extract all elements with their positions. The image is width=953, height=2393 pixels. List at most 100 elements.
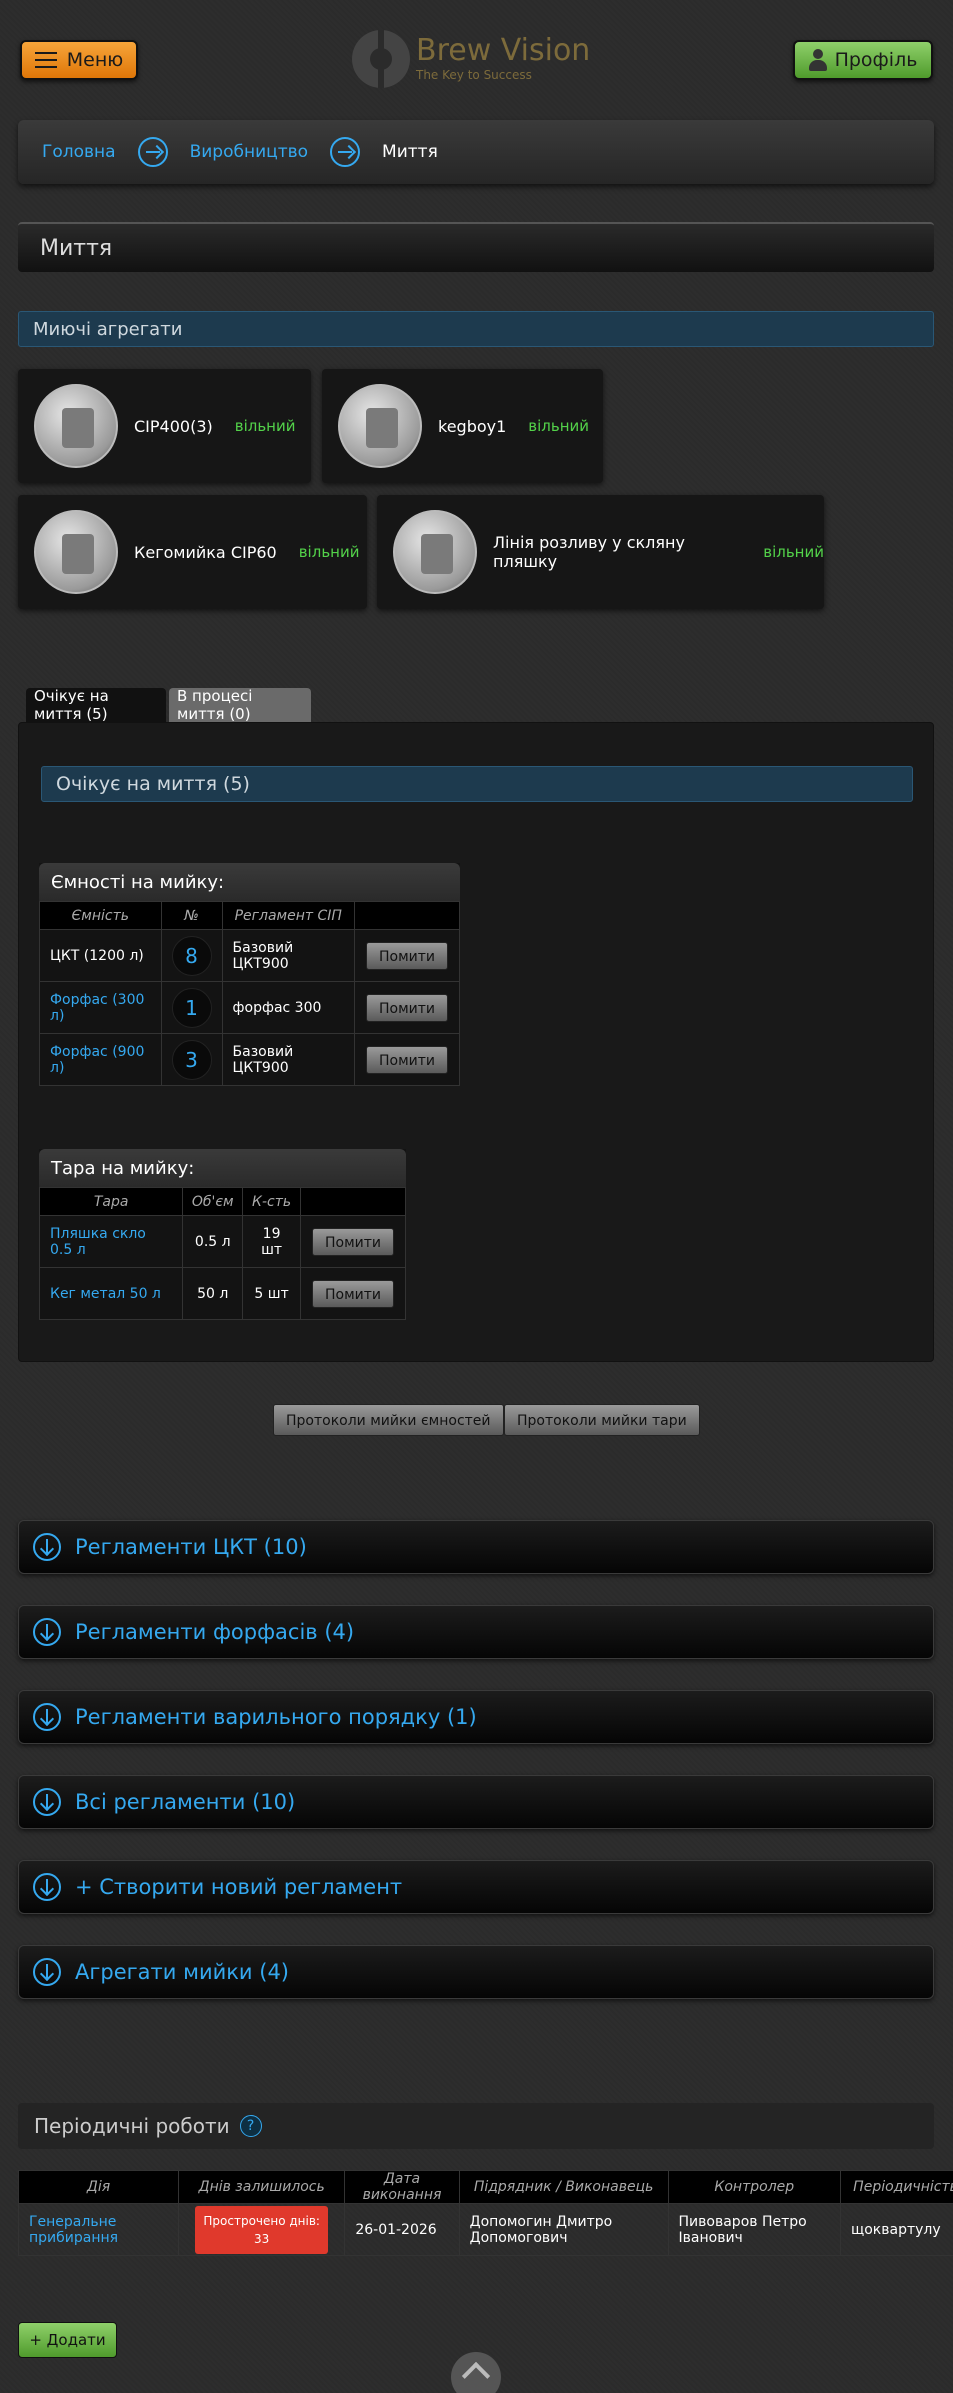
profile-button[interactable]: Профіль [793,40,933,80]
table-row: Кег метал 50 л 50 л 5 шт Помити [38,1267,406,1320]
machine-name: Кегомийка CIP60 [134,542,277,562]
column-header: К-сть [242,1187,301,1216]
user-icon [808,49,827,71]
container-volume: 50 л [182,1267,244,1320]
wash-button[interactable]: Помити [311,1279,394,1308]
breadcrumb-current: Миття [382,142,438,162]
tank-name: ЦКТ (1200 л) [39,929,162,982]
overdue-label: Прострочено днів: [203,2213,320,2228]
table-row: Форфас (900 л) 3 Базовий ЦКТ900 Помити [39,1033,460,1086]
column-header: Об'єм [182,1187,244,1216]
periodic-periodicity: щоквартулу [840,2203,953,2256]
tanks-table: Ємність № Регламент СІП ЦКТ (1200 л) 8 Б… [39,901,460,1086]
scroll-top-icon[interactable] [451,2352,501,2393]
tank-link[interactable]: Форфас (300 л) [50,992,144,1024]
accordion-label: + Створити новий регламент [75,1875,403,1899]
containers-title: Тара на мийку: [39,1149,406,1187]
wash-button[interactable]: Помити [365,1045,448,1074]
container-qty: 5 шт [242,1267,301,1320]
column-header [354,901,460,930]
page-title: Миття [18,222,934,272]
breadcrumb: Головна Виробництво Миття [18,120,934,184]
periodic-action-link[interactable]: Генеральне прибирання [29,2214,118,2246]
machine-name: CIP400(3) [134,416,213,436]
accordion-label: Всі регламенти (10) [75,1790,296,1814]
periodic-controller: Пивоваров Петро Іванович [667,2203,842,2256]
table-row: Пляшка скло 0.5 л 0.5 л 19 шт Помити [38,1215,406,1268]
tank-regulation: Базовий ЦКТ900 [221,929,356,982]
arrow-down-circle-icon [33,1788,61,1816]
column-header: № [160,901,223,930]
tanks-title: Ємності на мийку: [39,863,460,901]
machine-image [34,510,118,594]
accordion-tank-regulations[interactable]: Регламенти ЦКТ (10) [18,1520,934,1574]
tanks-box: Ємності на мийку: Ємність № Регламент СІ… [39,863,460,1086]
top-bar: Меню Brew Vision The Key to Success Проф… [0,0,953,115]
containers-table: Тара Об'єм К-сть Пляшка скло 0.5 л 0.5 л… [38,1187,406,1320]
machine-status: вільний [528,417,590,435]
tab-in-progress[interactable]: В процесі миття (0) [169,687,311,723]
accordion-wash-units[interactable]: Агрегати мийки (4) [18,1945,934,1999]
machine-card[interactable]: CIP400(3) вільний [18,369,311,483]
table-row: ЦКТ (1200 л) 8 Базовий ЦКТ900 Помити [39,929,460,982]
breadcrumb-production-link[interactable]: Виробництво [190,142,308,162]
container-volume: 0.5 л [182,1215,244,1268]
breadcrumb-home-link[interactable]: Головна [42,142,116,162]
periodic-works-title: Періодичні роботи [34,2114,230,2138]
wash-button[interactable]: Помити [365,941,448,970]
tank-link[interactable]: Форфас (900 л) [50,1044,144,1076]
accordion-all-regulations[interactable]: Всі регламенти (10) [18,1775,934,1829]
machine-image [338,384,422,468]
profile-label: Профіль [834,49,918,71]
accordion-create-regulation[interactable]: + Створити новий регламент [18,1860,934,1914]
column-header [300,1187,406,1216]
arrow-down-circle-icon [33,1703,61,1731]
periodic-works-header: Періодичні роботи ? [18,2103,934,2149]
tank-protocols-button[interactable]: Протоколи мийки ємностей [273,1404,504,1436]
tab-panel-waiting: Очікує на миття (5) Ємності на мийку: Єм… [18,722,934,1362]
machine-card[interactable]: Лінія розливу у скляну пляшку вільний [377,495,824,609]
column-header: Періодичність [840,2170,953,2204]
help-icon[interactable]: ? [239,2115,262,2137]
tank-number: 3 [171,1039,212,1080]
column-header: Тара [38,1187,184,1216]
add-button[interactable]: + Додати [18,2322,117,2358]
logo[interactable]: Brew Vision The Key to Success [352,30,590,88]
container-protocols-button[interactable]: Протоколи мийки тари [504,1404,700,1436]
machine-status: вільний [763,543,824,561]
container-link[interactable]: Пляшка скло 0.5 л [50,1226,146,1258]
container-link[interactable]: Кег метал 50 л [50,1286,161,1302]
arrow-down-circle-icon [33,1958,61,1986]
machine-card[interactable]: Кегомийка CIP60 вільний [18,495,367,609]
arrow-down-circle-icon [33,1533,61,1561]
tank-regulation: Базовий ЦКТ900 [221,1033,356,1086]
column-header: Регламент СІП [221,901,356,930]
arrow-right-icon [330,137,361,167]
accordion-label: Регламенти форфасів (4) [75,1620,355,1644]
waiting-panel-title: Очікує на миття (5) [41,766,913,802]
logo-title: Brew Vision [416,33,591,68]
machine-image [34,384,118,468]
column-header: Дія [17,2170,180,2204]
wash-button[interactable]: Помити [365,993,448,1022]
column-header: Дата виконання [344,2170,460,2204]
machines-section-title: Миючі агрегати [18,311,934,347]
container-qty: 19 шт [242,1215,301,1268]
machine-name: kegboy1 [438,416,507,436]
overdue-badge: Прострочено днів: 33 [195,2205,328,2254]
periodic-date: 26-01-2026 [344,2203,460,2256]
accordion-label: Агрегати мийки (4) [75,1960,289,1984]
periodic-works-table: Дія Днів залишилось Дата виконання Підря… [17,2170,953,2256]
wash-button[interactable]: Помити [311,1227,394,1256]
menu-button[interactable]: Меню [20,40,138,80]
tank-number: 8 [171,935,212,976]
machine-card[interactable]: kegboy1 вільний [322,369,603,483]
table-row: Генеральне прибирання Прострочено днів: … [17,2203,953,2256]
accordion-label: Регламенти ЦКТ (10) [75,1535,307,1559]
tab-waiting[interactable]: Очікує на миття (5) [26,687,166,723]
machine-image [393,510,477,594]
accordion-brewhouse-regulations[interactable]: Регламенти варильного порядку (1) [18,1690,934,1744]
column-header: Підрядник / Виконавець [458,2170,669,2204]
accordion-forfas-regulations[interactable]: Регламенти форфасів (4) [18,1605,934,1659]
machine-status: вільний [298,543,360,561]
